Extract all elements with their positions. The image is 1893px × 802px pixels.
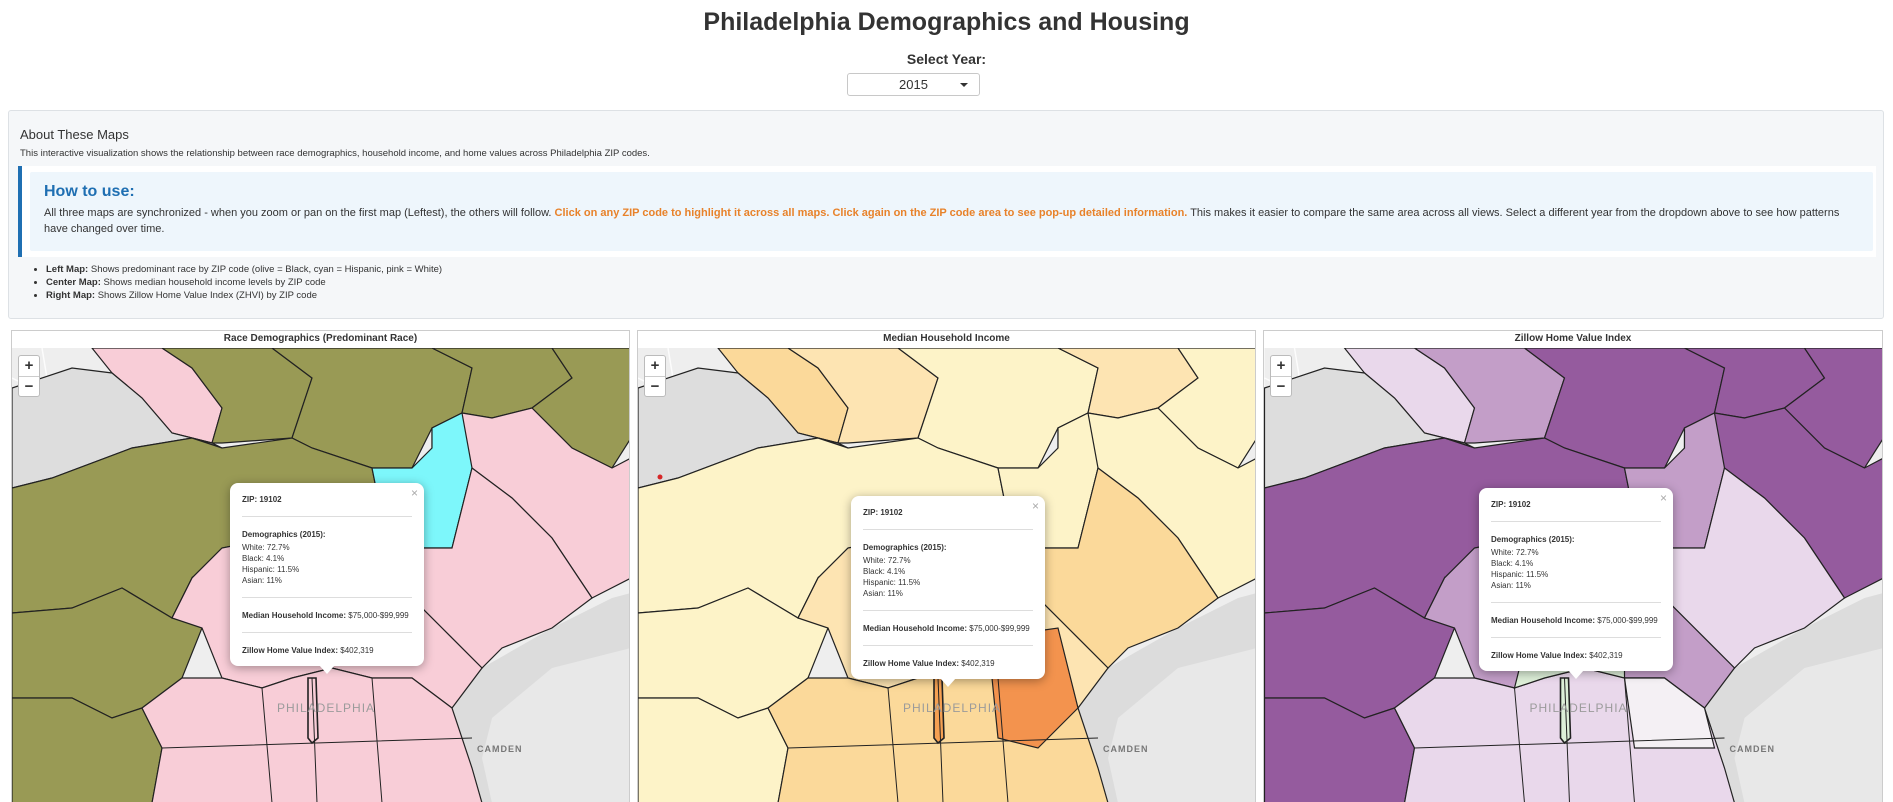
map-marker bbox=[657, 474, 663, 480]
zhvi-map-panel: Zillow Home Value Index PHILADELPHIA CAM… bbox=[1263, 330, 1883, 802]
zoom-control: + − bbox=[18, 355, 40, 397]
zip-popup: × ZIP: 19102 Demographics (2015): White:… bbox=[1479, 488, 1673, 679]
zip-area[interactable] bbox=[1264, 697, 1416, 802]
income-map-panel: Median Household Income PHILADELPHIA CAM… bbox=[637, 330, 1256, 802]
year-select-value: 2015 bbox=[899, 77, 928, 92]
close-icon[interactable]: × bbox=[1660, 491, 1667, 505]
howto-border: How to use: All three maps are synchroni… bbox=[18, 166, 1876, 257]
popup-zhvi-value: $402,319 bbox=[1589, 651, 1623, 660]
map-label-city: PHILADELPHIA bbox=[1530, 701, 1628, 715]
popup-zip-label: ZIP: bbox=[242, 495, 258, 504]
legend-item-center: Center Map: Shows median household incom… bbox=[46, 276, 442, 289]
popup-tip bbox=[319, 665, 335, 674]
year-select[interactable]: 2015 bbox=[847, 73, 980, 96]
about-title: About These Maps bbox=[20, 127, 129, 142]
zip-area[interactable] bbox=[12, 697, 163, 802]
popup-white: White: 72.7% bbox=[863, 556, 911, 565]
popup-black: Black: 4.1% bbox=[863, 567, 906, 576]
howto-highlight: Click on any ZIP code to highlight it ac… bbox=[554, 207, 1188, 219]
popup-asian: Asian: 11% bbox=[863, 589, 903, 598]
howto-text-part1: All three maps are synchronized - when y… bbox=[44, 207, 555, 219]
zip-area[interactable] bbox=[638, 697, 789, 802]
race-map-title: Race Demographics (Predominant Race) bbox=[12, 331, 629, 348]
zoom-out-button[interactable]: − bbox=[645, 376, 665, 396]
popup-zip: 19102 bbox=[1508, 500, 1531, 509]
close-icon[interactable]: × bbox=[1032, 499, 1039, 513]
zhvi-map-title: Zillow Home Value Index bbox=[1264, 331, 1882, 348]
about-text: This interactive visualization shows the… bbox=[20, 148, 650, 159]
popup-asian: Asian: 11% bbox=[1491, 581, 1531, 590]
zoom-out-button[interactable]: − bbox=[1271, 376, 1291, 396]
popup-asian: Asian: 11% bbox=[242, 576, 282, 585]
page-title: Philadelphia Demographics and Housing bbox=[703, 8, 1190, 36]
map-label-camden: CAMDEN bbox=[1103, 744, 1149, 754]
howto-title: How to use: bbox=[44, 183, 135, 200]
legend-item-text: Shows Zillow Home Value Index (ZHVI) by … bbox=[95, 290, 318, 301]
popup-income-value: $75,000-$99,999 bbox=[969, 624, 1030, 633]
popup-hispanic: Hispanic: 11.5% bbox=[242, 565, 300, 574]
popup-hispanic: Hispanic: 11.5% bbox=[863, 578, 921, 587]
legend-item-label: Left Map: bbox=[46, 264, 89, 275]
howto-box: How to use: All three maps are synchroni… bbox=[30, 172, 1873, 251]
year-label: Select Year: bbox=[906, 51, 987, 67]
about-panel: About These Maps This interactive visual… bbox=[8, 110, 1884, 319]
zoom-control: + − bbox=[1270, 355, 1292, 397]
popup-income-label: Median Household Income: bbox=[863, 624, 968, 633]
howto-callout: How to use: All three maps are synchroni… bbox=[18, 166, 1876, 257]
caret-down-icon bbox=[960, 83, 968, 87]
popup-income-value: $75,000-$99,999 bbox=[348, 611, 409, 620]
map-label-city: PHILADELPHIA bbox=[903, 701, 1001, 715]
popup-demographics-title: Demographics (2015): bbox=[863, 543, 947, 552]
popup-zip-label: ZIP: bbox=[863, 508, 879, 517]
popup-hispanic: Hispanic: 11.5% bbox=[1491, 570, 1549, 579]
zoom-in-button[interactable]: + bbox=[1271, 356, 1291, 376]
popup-income-label: Median Household Income: bbox=[1491, 616, 1596, 625]
zip-popup: × ZIP: 19102 Demographics (2015): White:… bbox=[230, 483, 424, 674]
legend-item-right: Right Map: Shows Zillow Home Value Index… bbox=[46, 289, 442, 302]
popup-tip bbox=[1568, 670, 1584, 679]
map-label-camden: CAMDEN bbox=[1730, 744, 1776, 754]
popup-white: White: 72.7% bbox=[1491, 548, 1539, 557]
popup-tip bbox=[940, 678, 956, 687]
race-map[interactable]: PHILADELPHIA CAMDEN + − × ZIP: 19102 Dem… bbox=[12, 348, 629, 802]
map-legend-list: Left Map: Shows predominant race by ZIP … bbox=[46, 263, 442, 302]
popup-zip-label: ZIP: bbox=[1491, 500, 1507, 509]
popup-demographics-title: Demographics (2015): bbox=[1491, 535, 1575, 544]
popup-income-label: Median Household Income: bbox=[242, 611, 347, 620]
popup-black: Black: 4.1% bbox=[242, 554, 285, 563]
map-label-camden: CAMDEN bbox=[477, 744, 523, 754]
income-map-title: Median Household Income bbox=[638, 331, 1255, 348]
popup-zip: 19102 bbox=[259, 495, 282, 504]
zoom-in-button[interactable]: + bbox=[645, 356, 665, 376]
popup-income-value: $75,000-$99,999 bbox=[1597, 616, 1658, 625]
legend-item-label: Center Map: bbox=[46, 277, 101, 288]
popup-black: Black: 4.1% bbox=[1491, 559, 1534, 568]
legend-item-label: Right Map: bbox=[46, 290, 96, 301]
zip-popup: × ZIP: 19102 Demographics (2015): White:… bbox=[851, 496, 1045, 687]
close-icon[interactable]: × bbox=[411, 486, 418, 500]
popup-demographics-title: Demographics (2015): bbox=[242, 530, 326, 539]
popup-zhvi-value: $402,319 bbox=[340, 646, 374, 655]
howto-text: All three maps are synchronized - when y… bbox=[44, 205, 1864, 237]
zoom-out-button[interactable]: − bbox=[19, 376, 39, 396]
map-label-city: PHILADELPHIA bbox=[277, 701, 375, 715]
legend-item-text: Shows predominant race by ZIP code (oliv… bbox=[88, 264, 443, 275]
zoom-control: + − bbox=[644, 355, 666, 397]
popup-white: White: 72.7% bbox=[242, 543, 290, 552]
popup-zhvi-label: Zillow Home Value Index: bbox=[863, 659, 960, 668]
popup-zip: 19102 bbox=[880, 508, 903, 517]
popup-zhvi-label: Zillow Home Value Index: bbox=[242, 646, 339, 655]
legend-item-text: Shows median household income levels by … bbox=[100, 277, 326, 288]
popup-zhvi-label: Zillow Home Value Index: bbox=[1491, 651, 1588, 660]
popup-zhvi-value: $402,319 bbox=[961, 659, 995, 668]
legend-item-left: Left Map: Shows predominant race by ZIP … bbox=[46, 263, 442, 276]
income-map[interactable]: PHILADELPHIA CAMDEN + − × ZIP: 19102 Dem… bbox=[638, 348, 1255, 802]
zoom-in-button[interactable]: + bbox=[19, 356, 39, 376]
zhvi-map[interactable]: PHILADELPHIA CAMDEN + − × ZIP: 19102 Dem… bbox=[1264, 348, 1882, 802]
race-map-panel: Race Demographics (Predominant Race) PHI… bbox=[11, 330, 630, 802]
